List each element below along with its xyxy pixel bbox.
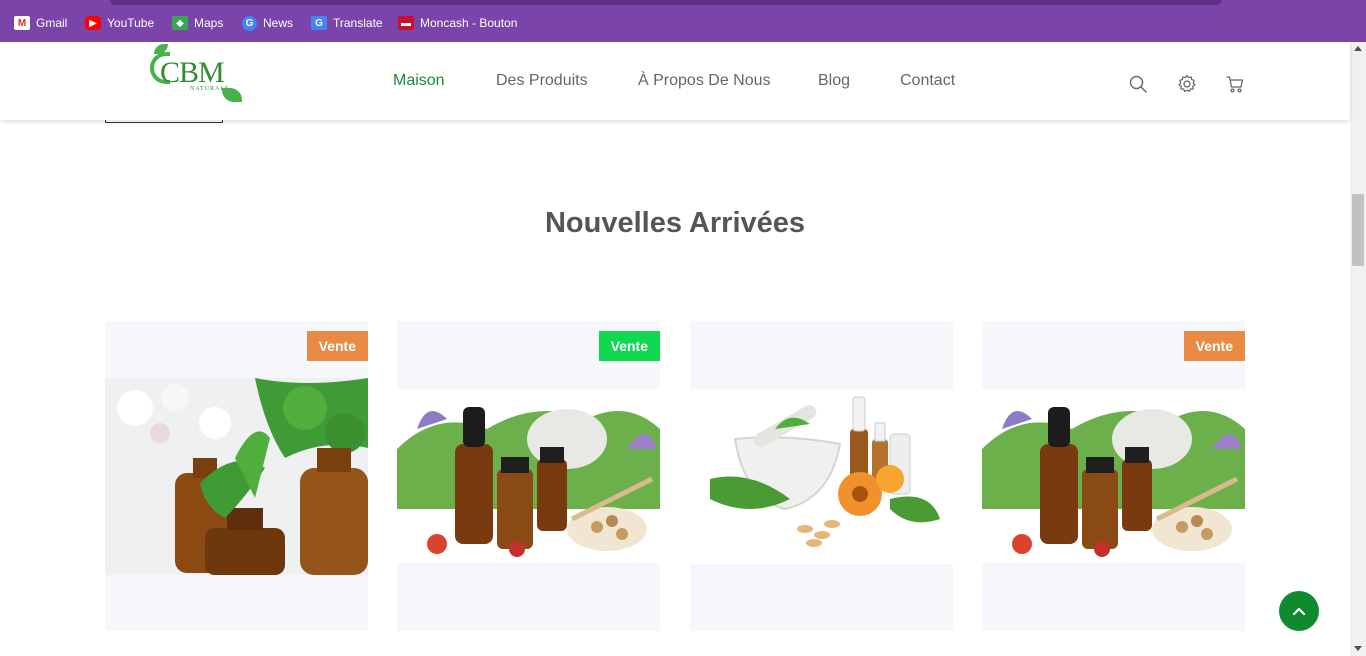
scrollbar-thumb[interactable] <box>1352 194 1364 266</box>
bookmark-news[interactable]: G News <box>242 14 293 32</box>
gear-icon[interactable] <box>1177 74 1197 94</box>
bookmark-label: Maps <box>194 16 224 30</box>
essential-oils-with-flowers <box>982 389 1245 563</box>
chevron-up-icon <box>1292 607 1306 616</box>
logo-leaf <box>222 88 242 102</box>
bookmark-translate[interactable]: G Translate <box>311 14 383 32</box>
cbm-naturals-logo[interactable]: CBM NATURALS <box>148 44 246 110</box>
news-icon: G <box>242 15 257 31</box>
nav-link-a-propos[interactable]: À Propos De Nous <box>638 72 771 90</box>
nav-link-des-produits[interactable]: Des Produits <box>496 72 588 90</box>
back-to-top-button[interactable] <box>1279 591 1319 631</box>
scroll-down-arrow-icon[interactable] <box>1354 646 1362 651</box>
nav-link-blog[interactable]: Blog <box>818 72 850 90</box>
bookmarks-bar: M Gmail ▶ YouTube ◆ Maps G News G Transl… <box>0 0 1366 42</box>
nav-link-contact[interactable]: Contact <box>900 72 955 90</box>
nav-link-maison[interactable]: Maison <box>393 72 445 90</box>
maps-icon: ◆ <box>172 16 188 30</box>
cart-icon[interactable] <box>1225 74 1245 94</box>
gmail-icon: M <box>14 16 30 30</box>
translate-icon: G <box>311 16 327 30</box>
bookmark-gmail[interactable]: M Gmail <box>14 14 67 32</box>
scrollbar-track[interactable] <box>1350 42 1366 656</box>
search-icon[interactable] <box>1128 74 1148 94</box>
bookmark-label: Moncash - Bouton <box>420 16 518 30</box>
scroll-up-arrow-icon[interactable] <box>1354 46 1362 51</box>
partial-element-edge <box>105 120 223 123</box>
product-card[interactable]: Vente <box>397 321 660 631</box>
bookmark-label: Translate <box>333 16 383 30</box>
moncash-icon: ▬ <box>398 16 414 30</box>
product-image[interactable] <box>397 389 660 563</box>
sale-badge: Vente <box>306 331 368 361</box>
bookmark-label: News <box>263 16 294 30</box>
tab-strip-edge <box>110 0 1222 5</box>
sale-badge: Vente <box>598 331 660 361</box>
bookmark-label: YouTube <box>107 16 155 30</box>
site-header: CBM NATURALS Maison Des Produits À Propo… <box>0 42 1350 120</box>
product-image[interactable] <box>105 378 368 575</box>
essential-oils-with-flowers <box>397 389 660 563</box>
section-title: Nouvelles Arrivées <box>544 207 806 239</box>
header-icons <box>1128 74 1248 96</box>
bookmark-moncash[interactable]: ▬ Moncash - Bouton <box>398 14 517 32</box>
mortar-with-calendula <box>690 389 953 564</box>
product-image[interactable] <box>982 389 1245 563</box>
bookmark-youtube[interactable]: ▶ YouTube <box>85 14 154 32</box>
logo-text: CBM <box>160 56 225 89</box>
sale-badge: Vente <box>1183 331 1245 361</box>
product-card[interactable] <box>690 321 953 631</box>
product-card[interactable]: Vente <box>105 321 368 631</box>
product-card[interactable]: Vente <box>982 321 1245 631</box>
product-image[interactable] <box>690 389 953 564</box>
youtube-icon: ▶ <box>85 16 101 30</box>
bookmark-maps[interactable]: ◆ Maps <box>172 14 223 32</box>
amber-bottles-with-herbs <box>105 378 368 575</box>
bookmark-label: Gmail <box>36 16 68 30</box>
